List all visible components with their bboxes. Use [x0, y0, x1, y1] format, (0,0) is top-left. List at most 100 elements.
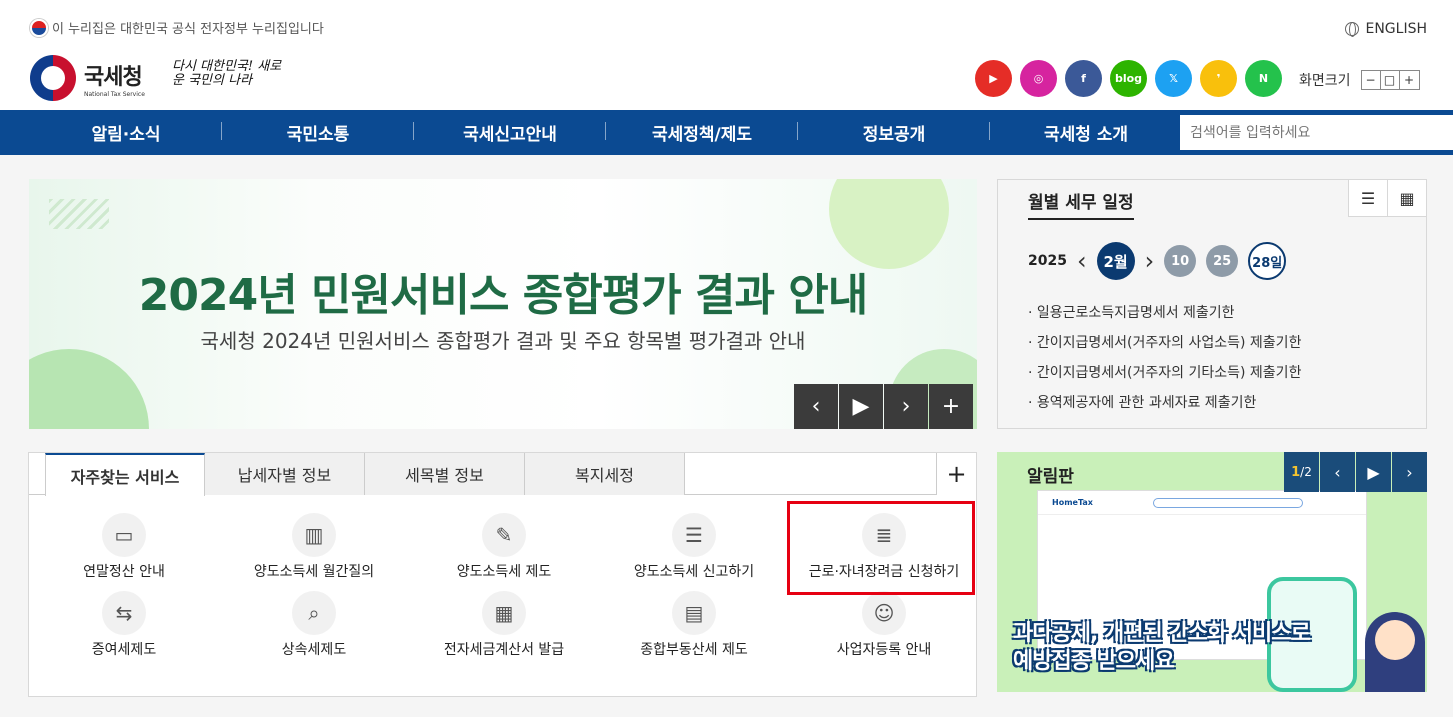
next-month-button[interactable]: › — [1145, 247, 1155, 275]
schedule-title: 월별 세무 일정 — [1028, 188, 1134, 220]
service-item[interactable]: ⌕ 상속세제도 — [219, 591, 409, 659]
kakao-story-icon[interactable]: ❜ — [1200, 60, 1237, 97]
search-input[interactable] — [1180, 115, 1453, 150]
service-item[interactable]: ☰ 양도소득세 신고하기 — [599, 513, 789, 581]
notice-page-current: 1 — [1291, 464, 1301, 480]
logo-korean: 국세청 — [84, 64, 143, 90]
blog-icon[interactable]: blog — [1110, 60, 1147, 97]
nts-emblem-icon — [30, 55, 76, 101]
logo-english: National Tax Service — [84, 90, 145, 98]
main-banner[interactable]: 2024년 민원서비스 종합평가 결과 안내 국세청 2024년 민원서비스 종… — [29, 179, 977, 429]
schedule-item[interactable]: · 간이지급명세서(거주자의 기타소득) 제출기한 — [1028, 358, 1301, 388]
nav-news[interactable]: 알림·소식 — [30, 120, 222, 145]
banner-decoration — [829, 179, 949, 269]
globe-icon — [1345, 22, 1360, 37]
english-link[interactable]: ENGLISH — [1345, 21, 1427, 37]
service-item[interactable]: ⇆ 증여세제도 — [29, 591, 219, 659]
notice-board[interactable]: HomeTax 알림판 1/2 ‹ ▶ › 과다공제, 개편된 간소화 서비스로… — [997, 452, 1427, 692]
header: 이 누리집은 대한민국 공식 전자정부 누리집입니다 ENGLISH 국세청 N… — [0, 0, 1453, 110]
service-item[interactable]: ☺ 사업자등록 안내 — [789, 591, 979, 659]
service-label: 증여세제도 — [91, 642, 157, 658]
youtube-icon[interactable]: ▶ — [975, 60, 1012, 97]
zoom-out-button[interactable]: − — [1362, 71, 1381, 89]
hometax-logo: HomeTax — [1052, 498, 1093, 507]
nav-tax-policy[interactable]: 국세정책/제도 — [606, 120, 798, 145]
banner-more-button[interactable]: + — [929, 384, 973, 429]
schedule-list: · 일용근로소득지급명세서 제출기한 · 간이지급명세서(거주자의 사업소득) … — [1028, 298, 1301, 418]
schedule-item[interactable]: · 일용근로소득지급명세서 제출기한 — [1028, 298, 1301, 328]
facebook-icon[interactable]: f — [1065, 60, 1102, 97]
service-label: 양도소득세 제도 — [456, 564, 552, 580]
current-month: 2월 — [1096, 242, 1135, 280]
banner-subtitle: 국세청 2024년 민원서비스 종합평가 결과 및 주요 항목별 평가결과 안내 — [200, 329, 806, 353]
calculator-icon: ▦ — [482, 591, 526, 635]
notice-prev-button[interactable]: ‹ — [1320, 452, 1355, 492]
banner-controls: ‹ ▶ › + — [794, 384, 973, 429]
notice-title: 알림판 — [1027, 467, 1074, 487]
tab-welfare-tax[interactable]: 복지세정 — [525, 453, 685, 495]
tab-frequent-services[interactable]: 자주찾는 서비스 — [45, 453, 205, 496]
service-item[interactable]: ▦ 전자세금계산서 발급 — [409, 591, 599, 659]
calendar-icon[interactable]: ▦ — [1387, 180, 1426, 217]
service-label: 양도소득세 신고하기 — [633, 564, 755, 580]
tab-taxpayer-info[interactable]: 납세자별 정보 — [205, 453, 365, 495]
nav-tax-filing-guide[interactable]: 국세신고안내 — [414, 120, 606, 145]
sns-links: ▶ ◎ f blog 𝕏 ❜ N — [975, 60, 1282, 97]
nav-communication[interactable]: 국민소통 — [222, 120, 414, 145]
service-item[interactable]: ▤ 종합부동산세 제도 — [599, 591, 789, 659]
id-card-icon: ☺ — [862, 591, 906, 635]
x-icon[interactable]: 𝕏 — [1155, 60, 1192, 97]
banner-decoration — [29, 349, 149, 429]
service-item[interactable]: ▭ 연말정산 안내 — [29, 513, 219, 581]
tab-tax-item-info[interactable]: 세목별 정보 — [365, 453, 525, 495]
nav-info-disclosure[interactable]: 정보공개 — [798, 120, 990, 145]
prev-month-button[interactable]: ‹ — [1077, 247, 1087, 275]
banner-next-button[interactable]: › — [884, 384, 928, 429]
monitor-book-icon: ▭ — [102, 513, 146, 557]
service-label: 연말정산 안내 — [83, 564, 165, 580]
notice-page-indicator: 1/2 — [1284, 452, 1319, 492]
notice-play-button[interactable]: ▶ — [1356, 452, 1391, 492]
nts-logo[interactable]: 국세청 National Tax Service — [30, 55, 145, 101]
slogan: 다시 대한민국! 새로운 국민의 나라 — [172, 59, 282, 88]
people-exchange-icon: ⇆ — [102, 591, 146, 635]
schedule-item[interactable]: · 용역제공자에 관한 과세자료 제출기한 — [1028, 388, 1301, 418]
notice-caption-line: 과다공제, 개편된 간소화 서비스로 — [1013, 621, 1311, 646]
schedule-day-button[interactable]: 28일 — [1248, 242, 1287, 280]
nav-about-nts[interactable]: 국세청 소개 — [990, 120, 1182, 145]
screen-size-control: 화면크기 − □ + — [1299, 70, 1420, 90]
banner-decoration — [49, 199, 109, 229]
monthly-tax-schedule: 월별 세무 일정 ☰ ▦ 2025 ‹ 2월 › 10 25 28일 · 일용근… — [997, 179, 1427, 429]
schedule-item[interactable]: · 간이지급명세서(거주자의 사업소득) 제출기한 — [1028, 328, 1301, 358]
hometax-search-bar — [1152, 497, 1303, 508]
banner-title: 2024년 민원서비스 종합평가 결과 안내 — [138, 270, 868, 321]
banner-play-button[interactable]: ▶ — [839, 384, 883, 429]
service-item[interactable]: ▥ 양도소득세 월간질의 — [219, 513, 409, 581]
screen-size-label: 화면크기 — [1299, 73, 1351, 89]
building-icon: ▥ — [292, 513, 336, 557]
schedule-day-button[interactable]: 10 — [1164, 245, 1197, 277]
service-label: 전자세금계산서 발급 — [443, 642, 565, 658]
notice-caption-line: 예방접종 받으세요 — [1013, 649, 1175, 674]
zoom-reset-button[interactable]: □ — [1381, 71, 1400, 89]
zoom-in-button[interactable]: + — [1400, 71, 1419, 89]
main-nav: 알림·소식 국민소통 국세신고안내 국세정책/제도 정보공개 국세청 소개 — [0, 110, 1453, 155]
schedule-day-button[interactable]: 25 — [1206, 245, 1239, 277]
notice-page-total: /2 — [1300, 465, 1312, 479]
gov-notice[interactable]: 이 누리집은 대한민국 공식 전자정부 누리집입니다 — [30, 18, 324, 37]
services-more-button[interactable]: + — [936, 453, 976, 495]
instagram-icon[interactable]: ◎ — [1020, 60, 1057, 97]
services-panel: 자주찾는 서비스 납세자별 정보 세목별 정보 복지세정 + ▭ 연말정산 안내 ▥… — [28, 452, 977, 697]
service-label: 종합부동산세 제도 — [640, 642, 748, 658]
korea-flag-icon — [30, 18, 48, 37]
notice-next-button[interactable]: › — [1392, 452, 1427, 492]
list-view-icon[interactable]: ☰ — [1348, 180, 1387, 217]
files-icon: ▤ — [672, 591, 716, 635]
naver-post-icon[interactable]: N — [1245, 60, 1282, 97]
highlight-box — [787, 501, 975, 595]
notice-caption: 과다공제, 개편된 간소화 서비스로 예방접종 받으세요 — [1013, 620, 1311, 676]
service-label: 상속세제도 — [281, 642, 347, 658]
service-item[interactable]: ✎ 양도소득세 제도 — [409, 513, 599, 581]
banner-prev-button[interactable]: ‹ — [794, 384, 838, 429]
form-icon: ☰ — [672, 513, 716, 557]
